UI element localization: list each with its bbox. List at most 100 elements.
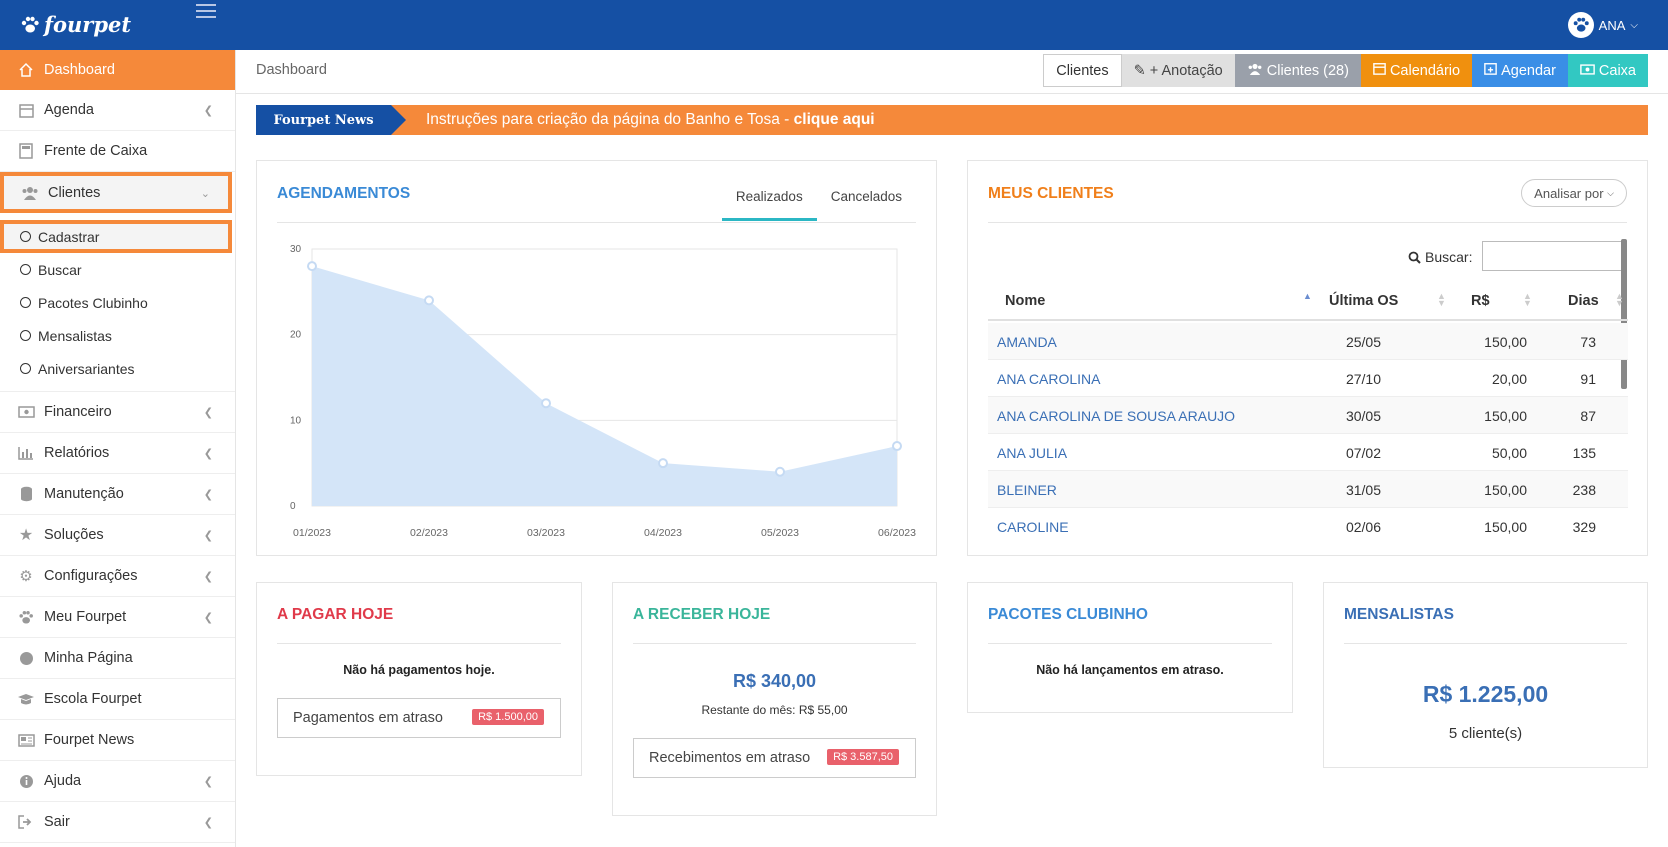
table-row[interactable]: CAROLINE 02/06 150,00 329 bbox=[988, 508, 1628, 545]
a-receber-panel: A RECEBER HOJE R$ 340,00 Restante do mês… bbox=[612, 582, 937, 816]
chart-point bbox=[775, 466, 785, 477]
table-row[interactable]: ANA CAROLINA 27/10 20,00 91 bbox=[988, 360, 1628, 397]
top-bar: fourpet ANA ⌵ bbox=[0, 0, 1668, 50]
news-link[interactable]: clique aqui bbox=[794, 111, 875, 128]
clientes-count-button[interactable]: Clientes (28) bbox=[1234, 54, 1361, 87]
a-receber-title: A RECEBER HOJE bbox=[633, 606, 771, 623]
restante-mes: Restante do mês: R$ 55,00 bbox=[701, 703, 848, 717]
sidebar-item-escola-fourpet[interactable]: Escola Fourpet bbox=[0, 679, 235, 720]
search-label: Buscar: bbox=[1408, 249, 1472, 265]
chevron-left-icon: ❮ bbox=[203, 448, 213, 460]
pacotes-title: PACOTES CLUBINHO bbox=[988, 606, 1148, 623]
pagamentos-atraso[interactable]: Pagamentos em atraso R$ 1.500,00 bbox=[277, 698, 561, 738]
sidebar-sub-mensalistas[interactable]: Mensalistas bbox=[0, 319, 235, 352]
client-name[interactable]: AMANDA bbox=[997, 334, 1057, 350]
sidebar-item-fourpet-news[interactable]: Fourpet News bbox=[0, 720, 235, 761]
table-row[interactable]: ANA CAROLINA DE SOUSA ARAUJO 30/05 150,0… bbox=[988, 397, 1628, 434]
column-nome[interactable]: Nome bbox=[1005, 293, 1045, 309]
agendamentos-panel: AGENDAMENTOS Realizados Cancelados 0 10 20… bbox=[256, 160, 937, 556]
sidebar-item-relatorios[interactable]: Relatórios ❮ bbox=[0, 433, 235, 474]
sidebar-item-manutencao[interactable]: Manutenção ❮ bbox=[0, 474, 235, 515]
users-icon bbox=[1247, 63, 1263, 79]
sort-asc-icon: ▲ bbox=[1303, 291, 1312, 301]
client-name[interactable]: BLEINER bbox=[997, 482, 1057, 498]
agendar-button[interactable]: Agendar bbox=[1472, 54, 1568, 87]
circle-icon bbox=[20, 363, 31, 374]
agendamentos-chart: 0 10 20 30 01/2023 02/2023 03/2023 04/2023 05/20… bbox=[290, 244, 916, 539]
chevron-left-icon: ❮ bbox=[203, 571, 213, 583]
sidebar-item-frente-de-caixa[interactable]: Frente de Caixa bbox=[0, 131, 235, 172]
clientes-button[interactable]: Clientes bbox=[1043, 54, 1122, 87]
chevron-left-icon: ❮ bbox=[203, 530, 213, 542]
sidebar: Dashboard Agenda ❮ Frente de Caixa Clien… bbox=[0, 50, 236, 847]
menu-toggle-icon[interactable] bbox=[196, 4, 216, 20]
client-name[interactable]: ANA JULIA bbox=[997, 445, 1067, 461]
chevron-down-icon: ⌵ bbox=[1630, 19, 1638, 31]
client-name[interactable]: ANA CAROLINA bbox=[997, 371, 1100, 387]
newspaper-icon bbox=[16, 731, 36, 749]
search-input[interactable] bbox=[1482, 241, 1622, 271]
table-row[interactable]: ANA JULIA 07/02 50,00 135 bbox=[988, 434, 1628, 471]
sidebar-sub-aniversariantes[interactable]: Aniversariantes bbox=[0, 352, 235, 385]
gears-icon: ⚙ bbox=[19, 568, 33, 585]
edit-icon: ✎ bbox=[1133, 62, 1146, 79]
sidebar-item-ajuda[interactable]: Ajuda ❮ bbox=[0, 761, 235, 802]
pacotes-empty: Não há lançamentos em atraso. bbox=[1036, 663, 1224, 677]
calculator-icon bbox=[16, 142, 36, 160]
chart-x-tick-label: 04/2023 bbox=[644, 527, 682, 539]
sort-icon: ▲ ▼ bbox=[1437, 291, 1446, 308]
caixa-button[interactable]: Caixa bbox=[1567, 54, 1648, 87]
chevron-left-icon: ❮ bbox=[203, 489, 213, 501]
money-icon bbox=[1580, 63, 1595, 79]
globe-icon bbox=[16, 649, 36, 667]
sidebar-item-clientes[interactable]: Clientes ⌄ bbox=[0, 172, 232, 213]
chart-x-tick-label: 01/2023 bbox=[293, 527, 331, 539]
chart-y-tick-label: 20 bbox=[290, 330, 302, 341]
sidebar-sub-pacotes-clubinho[interactable]: Pacotes Clubinho bbox=[0, 286, 235, 319]
news-tag: Fourpet News bbox=[256, 105, 391, 135]
sidebar-item-sair[interactable]: Sair ❮ bbox=[0, 802, 235, 843]
calendario-button[interactable]: Calendário bbox=[1360, 54, 1473, 87]
sign-out-icon bbox=[16, 813, 36, 831]
meus-clientes-panel: MEUS CLIENTES Analisar por ⌵ Buscar: Nom… bbox=[967, 160, 1648, 556]
sidebar-sub-buscar[interactable]: Buscar bbox=[0, 253, 235, 286]
a-pagar-panel: A PAGAR HOJE Não há pagamentos hoje. Pag… bbox=[256, 582, 582, 776]
user-menu[interactable]: ANA ⌵ bbox=[1567, 12, 1638, 38]
recebimentos-atraso[interactable]: Recebimentos em atraso R$ 3.587,50 bbox=[633, 738, 916, 778]
client-name[interactable]: ANA CAROLINA DE SOUSA ARAUJO bbox=[997, 408, 1235, 424]
clientes-table-header: Nome ▲ Última OS ▲ ▼ R$ ▲ ▼ Dias ▲ ▼ bbox=[988, 281, 1628, 321]
sidebar-item-configuracoes[interactable]: ⚙ Configurações ❮ bbox=[0, 556, 235, 597]
meus-clientes-title: MEUS CLIENTES bbox=[988, 185, 1114, 202]
sidebar-item-dashboard[interactable]: Dashboard bbox=[0, 50, 235, 90]
circle-icon bbox=[20, 297, 31, 308]
column-dias[interactable]: Dias bbox=[1568, 293, 1599, 309]
analisar-por-dropdown[interactable]: Analisar por ⌵ bbox=[1521, 179, 1627, 207]
sort-icon: ▲ ▼ bbox=[1523, 291, 1532, 308]
chart-y-tick-label: 0 bbox=[290, 501, 296, 512]
column-rs[interactable]: R$ bbox=[1471, 293, 1490, 309]
sidebar-item-solucoes[interactable]: ★ Soluções ❮ bbox=[0, 515, 235, 556]
sidebar-item-agenda[interactable]: Agenda ❮ bbox=[0, 90, 235, 131]
table-row[interactable]: AMANDA 25/05 150,00 73 bbox=[988, 323, 1628, 360]
user-name: ANA bbox=[1598, 17, 1626, 33]
money-icon bbox=[16, 403, 36, 421]
circle-icon bbox=[20, 231, 31, 242]
column-ultima-os[interactable]: Última OS bbox=[1329, 293, 1398, 309]
sidebar-item-meu-fourpet[interactable]: Meu Fourpet ❮ bbox=[0, 597, 235, 638]
logo[interactable]: fourpet bbox=[20, 12, 131, 37]
news-bar[interactable]: Fourpet News Instruções para criação da … bbox=[256, 105, 1648, 135]
mensalistas-count: 5 cliente(s) bbox=[1448, 725, 1523, 742]
mensalistas-title: MENSALISTAS bbox=[1344, 606, 1454, 623]
sidebar-item-minha-pagina[interactable]: Minha Página bbox=[0, 638, 235, 679]
client-name[interactable]: CAROLINE bbox=[997, 519, 1069, 535]
chart-x-tick-label: 06/2023 bbox=[878, 527, 916, 539]
chart-point bbox=[658, 458, 668, 469]
sidebar-item-financeiro[interactable]: Financeiro ❮ bbox=[0, 392, 235, 433]
circle-icon bbox=[20, 330, 31, 341]
sidebar-sub-cadastrar[interactable]: Cadastrar bbox=[0, 220, 232, 253]
anotacao-button[interactable]: ✎ + Anotação bbox=[1121, 54, 1235, 87]
bar-chart-icon bbox=[16, 444, 36, 462]
table-row[interactable]: BLEINER 31/05 150,00 238 bbox=[988, 471, 1628, 508]
chevron-left-icon: ❮ bbox=[203, 817, 213, 829]
a-pagar-title: A PAGAR HOJE bbox=[277, 606, 394, 623]
